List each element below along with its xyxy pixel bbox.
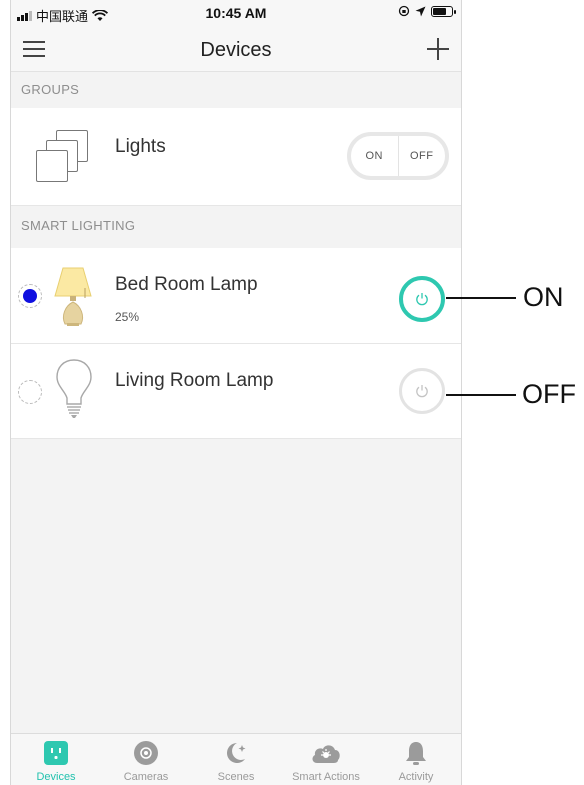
tab-smart-actions[interactable]: Smart Actions <box>281 734 371 785</box>
section-label-smart-lighting: SMART LIGHTING <box>21 218 136 233</box>
tab-bar: Devices Cameras Scenes Smart Actions Act… <box>11 733 461 785</box>
moon-icon <box>227 743 246 763</box>
tab-label: Scenes <box>217 771 255 783</box>
power-button-on[interactable] <box>399 276 445 322</box>
callout-line-on <box>446 297 516 299</box>
device-brightness: 25% <box>115 310 140 324</box>
device-row-bed-room-lamp[interactable]: Bed Room Lamp 25% <box>11 248 461 344</box>
cloud-sun-icon <box>312 745 340 763</box>
color-dot[interactable] <box>18 284 42 308</box>
page-title: Devices <box>200 39 272 61</box>
orientation-lock-icon <box>398 5 410 17</box>
tab-label: Devices <box>36 771 76 783</box>
tab-label: Cameras <box>123 771 169 783</box>
group-onoff-toggle[interactable]: ON OFF <box>347 132 449 180</box>
light-bulb-icon <box>56 359 92 418</box>
tab-label: Smart Actions <box>292 771 360 783</box>
tab-activity[interactable]: Activity <box>371 734 461 785</box>
status-bar: 中国联通 10:45 AM <box>11 0 461 26</box>
plug-icon <box>44 741 68 765</box>
power-icon <box>416 385 428 398</box>
status-time: 10:45 AM <box>205 5 267 21</box>
device-row-living-room-lamp[interactable]: Living Room Lamp <box>11 344 461 439</box>
phone-screen: 中国联通 10:45 AM Devices GROUPS Lights ON O… <box>10 0 462 785</box>
group-row-lights[interactable]: Lights ON OFF <box>11 108 461 206</box>
device-name: Bed Room Lamp <box>115 274 258 295</box>
tab-devices[interactable]: Devices <box>11 734 101 785</box>
nav-header: Devices <box>11 26 461 72</box>
callout-on-label: ON <box>523 282 564 312</box>
power-icon <box>416 293 428 306</box>
callout-off-label: OFF <box>522 379 576 409</box>
status-right <box>398 5 456 17</box>
group-name: Lights <box>115 136 166 157</box>
table-lamp-icon <box>54 267 92 326</box>
group-on-button[interactable]: ON <box>351 136 399 176</box>
group-off-button[interactable]: OFF <box>399 136 446 176</box>
camera-icon <box>134 741 158 765</box>
power-button-off[interactable] <box>399 368 445 414</box>
battery-icon <box>431 5 456 17</box>
device-name: Living Room Lamp <box>115 370 274 391</box>
color-dot-fill <box>23 289 37 303</box>
add-device-icon[interactable] <box>427 38 449 60</box>
lights-group-icon <box>36 130 94 184</box>
tab-cameras[interactable]: Cameras <box>101 734 191 785</box>
location-icon <box>415 6 426 16</box>
bell-icon <box>406 742 426 765</box>
color-dot-empty[interactable] <box>18 380 42 404</box>
callout-line-off <box>446 394 516 396</box>
tab-scenes[interactable]: Scenes <box>191 734 281 785</box>
tab-label: Activity <box>398 771 434 783</box>
section-label-groups: GROUPS <box>21 82 80 97</box>
